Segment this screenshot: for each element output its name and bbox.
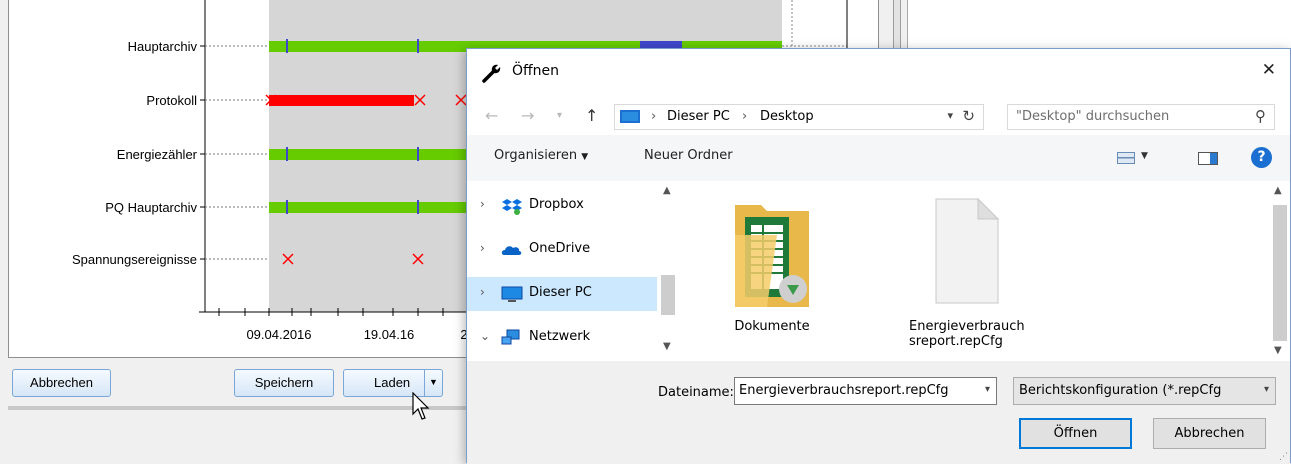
- error-bar: [269, 95, 414, 106]
- scroll-thumb[interactable]: [661, 275, 675, 315]
- search-icon: ⚲: [1255, 107, 1266, 125]
- row-label: Protokoll: [146, 93, 197, 108]
- nav-item-onedrive[interactable]: › OneDrive: [467, 233, 657, 267]
- scroll-thumb[interactable]: [1273, 205, 1287, 341]
- breadcrumb-separator: ›: [651, 109, 657, 124]
- document-icon: [935, 197, 1000, 304]
- file-item-label: Dokumente: [734, 319, 810, 334]
- network-icon: [501, 329, 520, 345]
- open-file-dialog: Öffnen ✕ ← → ▾ ↑ › Dieser PC › Desktop ▾…: [466, 48, 1291, 464]
- event-marker: [286, 200, 288, 214]
- file-list-scrollbar[interactable]: ▲ ▼: [1269, 181, 1290, 361]
- onedrive-cloud-icon: [501, 246, 522, 255]
- row-label: Energiezähler: [117, 147, 198, 162]
- filetype-select[interactable]: Berichtskonfiguration (*.repCfg ▾: [1013, 377, 1276, 405]
- file-item-label: Energieverbrauch sreport.repCfg: [909, 319, 1025, 349]
- availability-bar: [269, 41, 469, 52]
- address-bar[interactable]: › Dieser PC › Desktop ▾ ↻: [614, 104, 984, 130]
- nav-item-this-pc[interactable]: › Dieser PC: [467, 277, 657, 311]
- nav-item-label: OneDrive: [529, 241, 591, 256]
- x-tick-label: 19.04.16: [364, 327, 415, 342]
- event-marker: [417, 147, 419, 161]
- file-item-repcfg[interactable]: Energieverbrauch sreport.repCfg: [905, 195, 1027, 349]
- scroll-up-icon[interactable]: ▲: [1274, 185, 1282, 196]
- dialog-bottom-panel: Dateiname: Energieverbrauchsreport.repCf…: [467, 361, 1290, 464]
- navigation-pane: › Dropbox › OneDrive › Dieser PC ⌄ Netzw…: [467, 181, 679, 361]
- availability-bar: [269, 202, 469, 213]
- nav-item-label: Netzwerk: [529, 329, 591, 344]
- navigation-bar: ← → ▾ ↑ › Dieser PC › Desktop ▾ ↻ "Deskt…: [467, 97, 1290, 135]
- dialog-toolbar: Organisieren ▼ Neuer Ordner ▼ ?: [467, 135, 1290, 181]
- row-label: Spannungsereignisse: [72, 252, 197, 267]
- breadcrumb-separator: ›: [742, 109, 748, 124]
- forward-arrow-icon[interactable]: →: [521, 106, 534, 125]
- dialog-title: Öffnen: [512, 63, 560, 79]
- dialog-cancel-button[interactable]: Abbrechen: [1153, 418, 1266, 449]
- navigation-scrollbar[interactable]: ▲ ▼: [657, 181, 679, 361]
- organize-menu[interactable]: Organisieren ▼: [494, 148, 588, 163]
- nav-item-label: Dieser PC: [529, 285, 592, 300]
- chevron-down-icon[interactable]: ▾: [1264, 384, 1269, 395]
- preview-pane-icon[interactable]: [1198, 152, 1218, 165]
- filename-input[interactable]: Energieverbrauchsreport.repCfg ▾: [734, 377, 997, 405]
- breadcrumb-this-pc[interactable]: Dieser PC: [667, 109, 730, 124]
- back-arrow-icon[interactable]: ←: [485, 106, 498, 125]
- computer-icon: [620, 110, 640, 123]
- up-arrow-icon[interactable]: ↑: [585, 106, 598, 125]
- search-input[interactable]: "Desktop" durchsuchen ⚲: [1007, 104, 1275, 130]
- close-icon[interactable]: ✕: [1262, 60, 1276, 80]
- recent-chevron-icon[interactable]: ▾: [557, 110, 562, 121]
- row-label: Hauptarchiv: [128, 39, 198, 54]
- dropbox-icon: [502, 199, 522, 215]
- computer-icon: [501, 286, 523, 302]
- event-marker: [417, 39, 419, 53]
- breadcrumb-desktop[interactable]: Desktop: [760, 109, 814, 124]
- chevron-right-icon[interactable]: ›: [480, 285, 485, 299]
- view-options-icon[interactable]: [1117, 152, 1135, 164]
- x-tick-label: 09.04.2016: [246, 327, 311, 342]
- cancel-button[interactable]: Abbrechen: [12, 369, 111, 397]
- mouse-cursor-icon: [412, 392, 430, 420]
- event-marker: [286, 147, 288, 161]
- chevron-right-icon[interactable]: ›: [480, 241, 485, 255]
- search-placeholder: "Desktop" durchsuchen: [1016, 109, 1170, 124]
- chevron-down-icon[interactable]: ⌄: [480, 329, 490, 343]
- folder-icon: [735, 205, 809, 307]
- filename-label: Dateiname:: [658, 385, 734, 400]
- scroll-up-icon[interactable]: ▲: [663, 185, 671, 196]
- availability-bar: [269, 149, 469, 160]
- file-list: Dokumente Energieverbrauch sreport.repCf…: [679, 181, 1269, 361]
- chevron-down-icon[interactable]: ▾: [947, 109, 953, 122]
- event-marker: [417, 200, 419, 214]
- event-marker: [286, 39, 288, 53]
- nav-item-dropbox[interactable]: › Dropbox: [467, 189, 657, 223]
- save-button[interactable]: Speichern: [234, 369, 334, 397]
- chevron-right-icon[interactable]: ›: [480, 197, 485, 211]
- filetype-value: Berichtskonfiguration (*.repCfg: [1019, 383, 1222, 398]
- scroll-down-icon[interactable]: ▼: [1274, 345, 1282, 356]
- file-item-folder[interactable]: Dokumente: [717, 195, 827, 334]
- help-icon[interactable]: ?: [1251, 147, 1272, 168]
- new-folder-button[interactable]: Neuer Ordner: [644, 148, 733, 163]
- wrench-icon: [482, 64, 501, 83]
- row-label: PQ Hauptarchiv: [105, 200, 197, 215]
- dialog-title-bar[interactable]: Öffnen ✕: [467, 49, 1290, 97]
- resize-grip-icon[interactable]: ⋰: [1279, 452, 1288, 462]
- nav-item-label: Dropbox: [529, 197, 584, 212]
- nav-item-network[interactable]: ⌄ Netzwerk: [467, 321, 657, 355]
- load-button-label: Laden: [374, 375, 411, 390]
- filename-value: Energieverbrauchsreport.repCfg: [739, 383, 949, 398]
- refresh-icon[interactable]: ↻: [962, 107, 975, 125]
- chevron-down-icon[interactable]: ▾: [985, 384, 990, 395]
- scroll-down-icon[interactable]: ▼: [663, 341, 671, 352]
- chevron-down-icon[interactable]: ▼: [1141, 151, 1148, 161]
- open-button[interactable]: Öffnen: [1019, 418, 1132, 449]
